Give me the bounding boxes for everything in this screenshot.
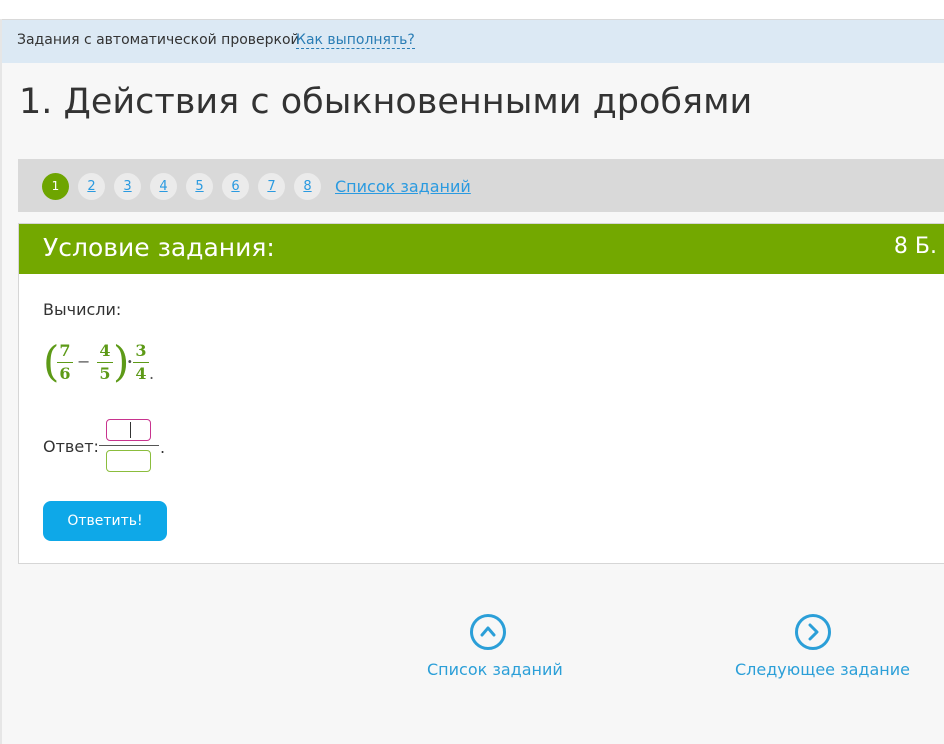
answer-label: Ответ: [43, 437, 99, 456]
submit-answer-button[interactable]: Ответить! [43, 501, 167, 541]
denominator-input[interactable] [106, 450, 151, 472]
how-to-link[interactable]: Как выполнять? [296, 32, 415, 49]
numerator-input[interactable] [106, 419, 151, 441]
pager-page-4[interactable]: 4 [150, 173, 177, 200]
fraction-bar [133, 362, 149, 363]
task-header: Условие задания: 8 Б. [19, 224, 944, 274]
task-card: Условие задания: 8 Б. Вычисли: ( 7 6 − 4… [18, 223, 944, 564]
fraction-bar [97, 362, 113, 363]
answer-end-dot: . [160, 438, 166, 457]
fraction-3-4: 3 4 [133, 341, 149, 384]
multiply-dot: · [127, 352, 133, 371]
fraction-denominator: 4 [135, 364, 147, 383]
fraction-denominator: 6 [59, 364, 71, 383]
bottom-task-list-link[interactable]: Список заданий [427, 660, 563, 679]
fraction-numerator: 4 [99, 341, 111, 360]
task-header-title: Условие задания: [43, 233, 275, 262]
answer-fraction [99, 418, 161, 478]
pager-page-5[interactable]: 5 [186, 173, 213, 200]
left-border [0, 19, 2, 744]
fraction-7-6: 7 6 [57, 341, 73, 384]
answer-fraction-bar [99, 445, 159, 446]
pager-page-2[interactable]: 2 [78, 173, 105, 200]
pager-page-7[interactable]: 7 [258, 173, 285, 200]
task-pager: 1 2 3 4 5 6 7 8 Список заданий [18, 159, 944, 212]
fraction-numerator: 7 [59, 341, 71, 360]
task-points: 8 Б. [893, 234, 937, 259]
page-title: 1. Действия с обыкновенными дробями [19, 82, 753, 122]
pager-page-6[interactable]: 6 [222, 173, 249, 200]
fraction-bar [57, 362, 73, 363]
next-task-link[interactable]: Следующее задание [735, 660, 910, 679]
task-list-link[interactable]: Список заданий [335, 177, 471, 196]
fraction-numerator: 3 [135, 341, 147, 360]
info-bar-text: Задания с автоматической проверкой [17, 32, 300, 48]
chevron-right-circle-icon[interactable] [795, 614, 831, 650]
fraction-denominator: 5 [99, 364, 111, 383]
chevron-up-circle-icon[interactable] [470, 614, 506, 650]
info-bar: Задания с автоматической проверкой Как в… [2, 20, 944, 63]
task-prompt: Вычисли: [43, 300, 122, 319]
pager-page-8[interactable]: 8 [294, 173, 321, 200]
top-strip [0, 0, 944, 20]
pager-page-3[interactable]: 3 [114, 173, 141, 200]
fraction-4-5: 4 5 [97, 341, 113, 384]
pager-page-1[interactable]: 1 [42, 173, 69, 200]
expression-end-dot: . [149, 364, 155, 383]
minus-sign: − [77, 352, 91, 371]
text-cursor [130, 422, 131, 438]
